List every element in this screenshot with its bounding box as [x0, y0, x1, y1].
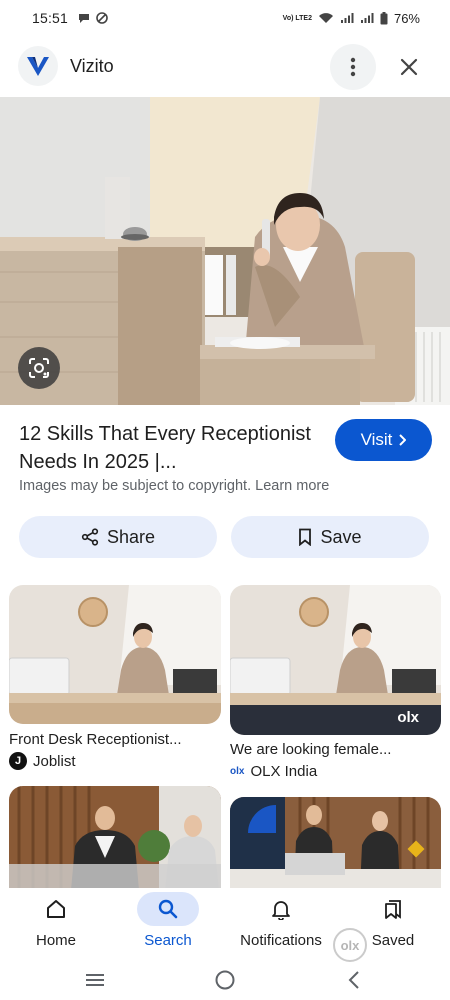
nav-notifications-label: Notifications — [240, 932, 322, 949]
battery-icon — [380, 11, 388, 24]
related-thumbnail[interactable] — [9, 585, 221, 724]
related-card-1[interactable]: Front Desk Receptionist... J Joblist — [9, 585, 221, 775]
chevron-right-icon — [399, 434, 407, 446]
lens-icon — [29, 358, 49, 378]
status-time: 15:51 — [32, 10, 69, 26]
related-thumbnail[interactable]: olx — [230, 585, 441, 735]
signal-icon — [340, 13, 354, 23]
share-icon — [81, 528, 99, 546]
share-button[interactable]: Share — [19, 516, 217, 558]
back-icon — [348, 971, 359, 989]
chat-bubble-icon — [79, 14, 90, 23]
related-card-2[interactable]: olx We are looking female... olx OLX Ind… — [230, 585, 441, 785]
more-options-button[interactable] — [330, 44, 376, 90]
recents-icon — [86, 974, 104, 986]
receptionist-photo — [0, 97, 450, 405]
home-system-button[interactable] — [212, 968, 238, 992]
recents-button[interactable] — [82, 970, 108, 990]
back-button[interactable] — [342, 968, 366, 992]
site-name: Vizito — [70, 56, 114, 76]
related-source: olx OLX India — [230, 763, 317, 780]
google-lens-button[interactable] — [18, 347, 60, 389]
nav-home-label: Home — [35, 932, 76, 949]
bell-icon — [272, 901, 290, 920]
bookmark-icon — [299, 528, 312, 546]
wifi-icon — [318, 13, 333, 23]
signal-icon-2 — [360, 13, 374, 23]
related-title[interactable]: We are looking female... — [230, 741, 391, 758]
related-title[interactable]: Front Desk Receptionist... — [9, 731, 182, 748]
battery-percent: 76% — [393, 10, 420, 26]
nav-home[interactable]: Home — [6, 888, 106, 949]
copyright-note[interactable]: Images may be subject to copyright. Lear… — [19, 478, 329, 494]
related-card-4[interactable] — [230, 797, 441, 890]
close-button[interactable] — [390, 48, 428, 86]
share-label: Share — [106, 526, 156, 547]
nav-search[interactable]: Search — [118, 888, 218, 949]
olx-watermark: olx — [397, 709, 419, 726]
visit-label: Visit — [360, 430, 393, 449]
source-header: Vizito — [0, 44, 450, 90]
circle-home-icon — [215, 970, 235, 990]
related-source: J Joblist — [9, 752, 76, 770]
related-source-name: Joblist — [33, 752, 76, 770]
close-icon — [400, 58, 418, 76]
bottom-navigation: Home Search Notifications Saved olx — [0, 888, 450, 962]
nav-notifications[interactable]: Notifications — [231, 888, 331, 949]
olx-overlay-text: olx — [340, 937, 360, 953]
do-not-disturb-icon — [96, 12, 108, 24]
system-navigation — [0, 960, 450, 1000]
nav-search-label: Search — [144, 932, 192, 949]
reception-thumb-4 — [230, 797, 441, 890]
related-card-3[interactable] — [9, 786, 221, 890]
home-icon — [47, 900, 65, 918]
receptionist-thumb-1 — [9, 585, 221, 724]
result-title[interactable]: 12 Skills That Every Receptionist Needs … — [19, 420, 329, 476]
olx-overlay-badge: olx — [333, 928, 367, 962]
status-bar: 15:51 Vo) LTE2 76% — [0, 0, 450, 36]
joblist-logo-icon: J — [9, 752, 27, 770]
visit-button[interactable]: Visit — [335, 419, 432, 461]
reception-thumb-3 — [9, 786, 221, 890]
saved-collections-icon — [385, 900, 401, 919]
vizito-logo-icon — [27, 57, 49, 76]
save-label: Save — [320, 526, 362, 547]
olx-logo-icon: olx — [230, 766, 245, 777]
nav-saved-label: Saved — [371, 932, 415, 949]
more-vert-icon — [350, 57, 356, 77]
save-button[interactable]: Save — [231, 516, 429, 558]
main-image[interactable] — [0, 97, 450, 405]
related-source-name: OLX India — [250, 763, 318, 780]
network-label: Vo) LTE2 — [282, 14, 312, 22]
search-icon — [158, 899, 178, 919]
related-thumbnail[interactable] — [9, 786, 221, 890]
related-thumbnail[interactable] — [230, 797, 441, 890]
site-logo[interactable] — [18, 46, 58, 86]
